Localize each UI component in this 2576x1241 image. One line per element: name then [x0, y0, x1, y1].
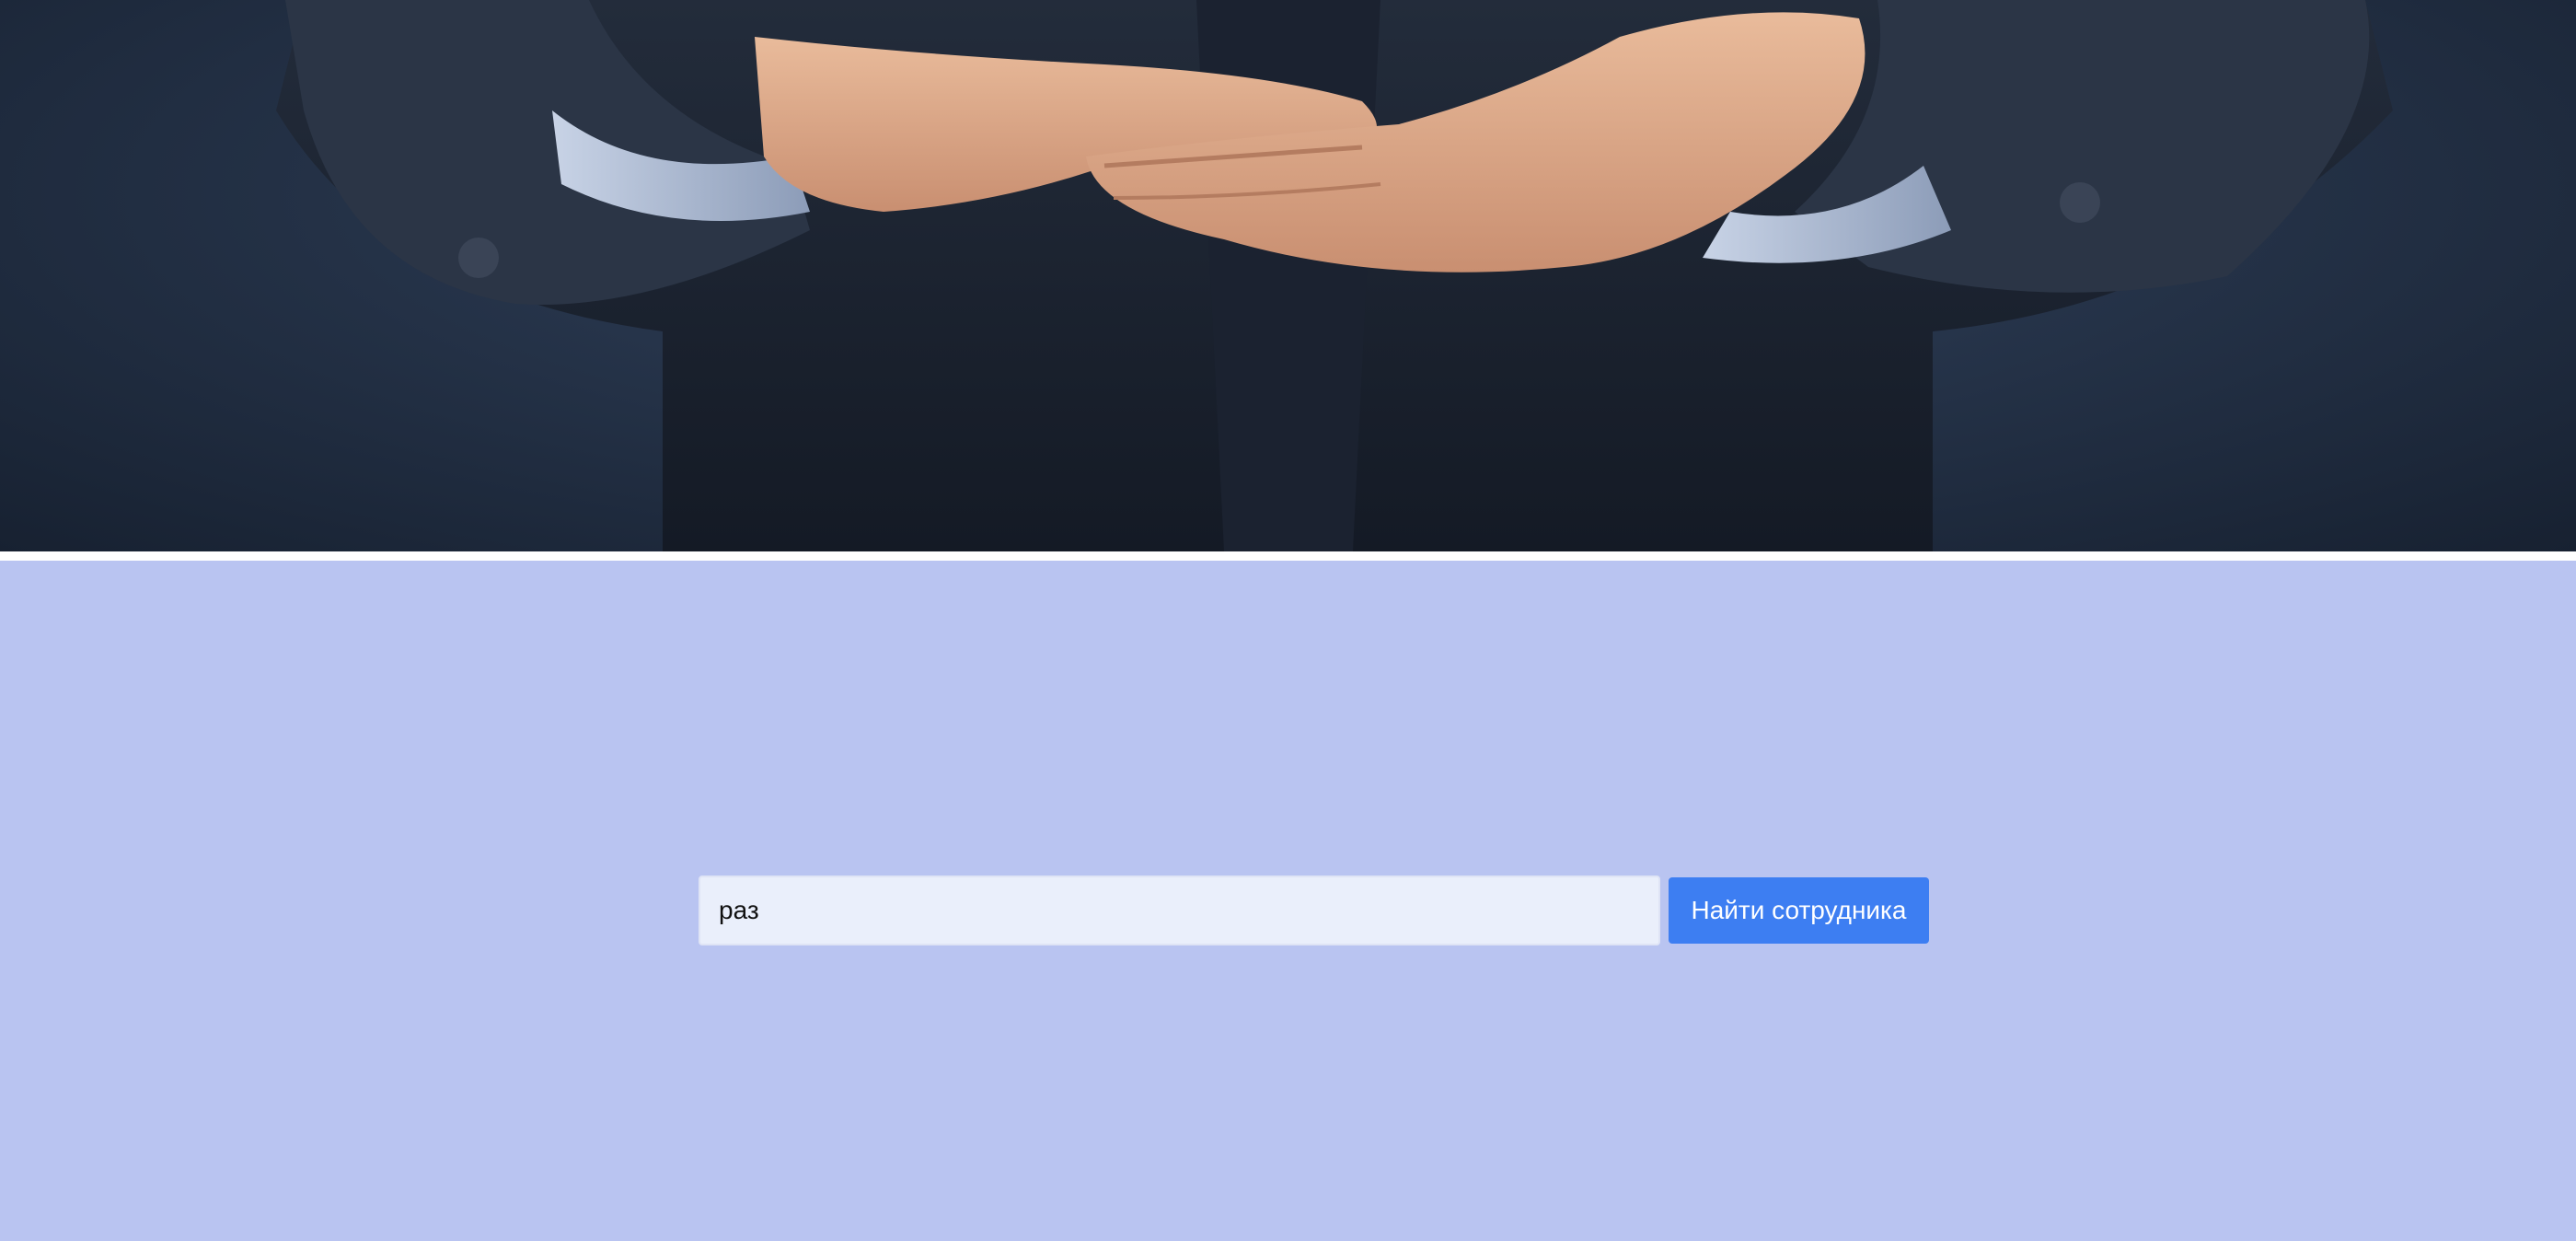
employee-search-input[interactable] [699, 876, 1660, 945]
employee-search-form: Найти сотрудника [699, 876, 1929, 945]
businessman-hands-illustration [276, 0, 2393, 551]
search-section: Найти сотрудника [0, 561, 2576, 1241]
page: Найти сотрудника [0, 0, 2576, 1241]
find-employee-button[interactable]: Найти сотрудника [1669, 877, 1929, 944]
section-divider [0, 551, 2576, 561]
hero-photo [0, 0, 2576, 551]
